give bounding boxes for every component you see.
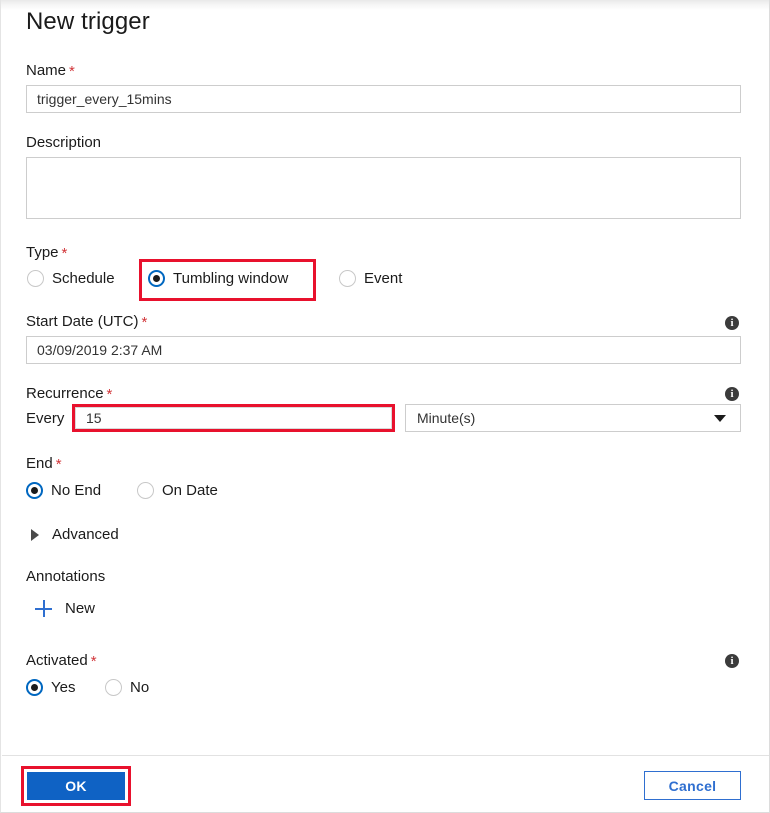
name-required-asterisk: *	[69, 63, 75, 80]
start-date-input[interactable]	[26, 336, 741, 364]
radio-type-schedule-label: Schedule	[52, 270, 115, 287]
name-label: Name *	[26, 62, 75, 80]
radio-circle-selected-icon	[26, 679, 43, 696]
annotations-label-text: Annotations	[26, 568, 106, 585]
radio-type-event-label: Event	[364, 270, 403, 287]
recurrence-label-text: Recurrence	[26, 385, 104, 402]
cancel-button[interactable]: Cancel	[644, 771, 741, 800]
chevron-right-icon	[31, 528, 39, 541]
radio-end-on-date-label: On Date	[162, 482, 218, 499]
new-trigger-dialog: New trigger Name* Description Type* Sche…	[0, 0, 770, 813]
name-input[interactable]	[26, 85, 741, 113]
description-textarea[interactable]	[26, 157, 741, 219]
radio-type-event[interactable]: Event	[339, 270, 402, 287]
start-date-required-asterisk: *	[141, 314, 148, 331]
advanced-label: Advanced	[52, 526, 119, 543]
recurrence-interval-input[interactable]	[75, 407, 392, 429]
activated-required-asterisk: *	[90, 653, 97, 670]
recurrence-every-label-text: Every	[26, 410, 65, 427]
footer-divider	[2, 755, 769, 756]
end-required-asterisk: *	[55, 456, 62, 473]
radio-type-schedule[interactable]: Schedule	[27, 270, 115, 287]
activated-info-icon[interactable]: i	[725, 654, 739, 668]
recurrence-unit-value: Minute(s)	[417, 410, 476, 426]
radio-activated-yes-label: Yes	[51, 679, 76, 696]
description-label: Description	[26, 134, 101, 151]
chevron-down-icon	[714, 414, 726, 422]
type-label: Type *	[26, 244, 68, 262]
plus-icon	[35, 600, 52, 617]
radio-circle-selected-icon	[26, 482, 43, 499]
radio-circle-icon	[137, 482, 154, 499]
add-annotation-button[interactable]: New	[35, 600, 95, 617]
activated-label: Activated *	[26, 652, 97, 670]
radio-circle-icon	[339, 270, 356, 287]
add-annotation-label: New	[65, 600, 96, 617]
radio-end-on-date[interactable]: On Date	[137, 482, 218, 499]
start-date-label-text: Start Date (UTC)	[26, 313, 139, 330]
radio-end-no-end-label: No End	[51, 482, 102, 499]
end-label: End *	[26, 455, 62, 473]
type-label-text: Type	[26, 244, 59, 261]
page-title: New trigger	[26, 8, 150, 35]
advanced-expander[interactable]: Advanced	[31, 526, 119, 543]
radio-type-tumbling-window[interactable]: Tumbling window	[148, 270, 288, 287]
radio-type-tumbling-window-label: Tumbling window	[173, 270, 289, 287]
radio-activated-no[interactable]: No	[105, 679, 149, 696]
activated-label-text: Activated	[26, 652, 88, 669]
radio-circle-selected-icon	[148, 270, 165, 287]
radio-activated-yes[interactable]: Yes	[26, 679, 75, 696]
recurrence-unit-dropdown[interactable]: Minute(s)	[405, 404, 741, 432]
start-date-info-icon[interactable]: i	[725, 316, 739, 330]
end-label-text: End	[26, 455, 53, 472]
recurrence-label: Recurrence *	[26, 385, 113, 403]
description-label-text: Description	[26, 134, 102, 151]
recurrence-required-asterisk: *	[106, 386, 113, 403]
annotations-label: Annotations	[26, 568, 105, 585]
name-label-text: Name	[26, 62, 67, 79]
radio-end-no-end[interactable]: No End	[26, 482, 101, 499]
radio-circle-icon	[105, 679, 122, 696]
start-date-label: Start Date (UTC) *	[26, 313, 148, 331]
type-required-asterisk: *	[61, 245, 68, 262]
ok-button[interactable]: OK	[25, 770, 127, 802]
recurrence-every-label: Every	[26, 410, 64, 427]
recurrence-info-icon[interactable]: i	[725, 387, 739, 401]
radio-circle-icon	[27, 270, 44, 287]
radio-activated-no-label: No	[130, 679, 150, 696]
